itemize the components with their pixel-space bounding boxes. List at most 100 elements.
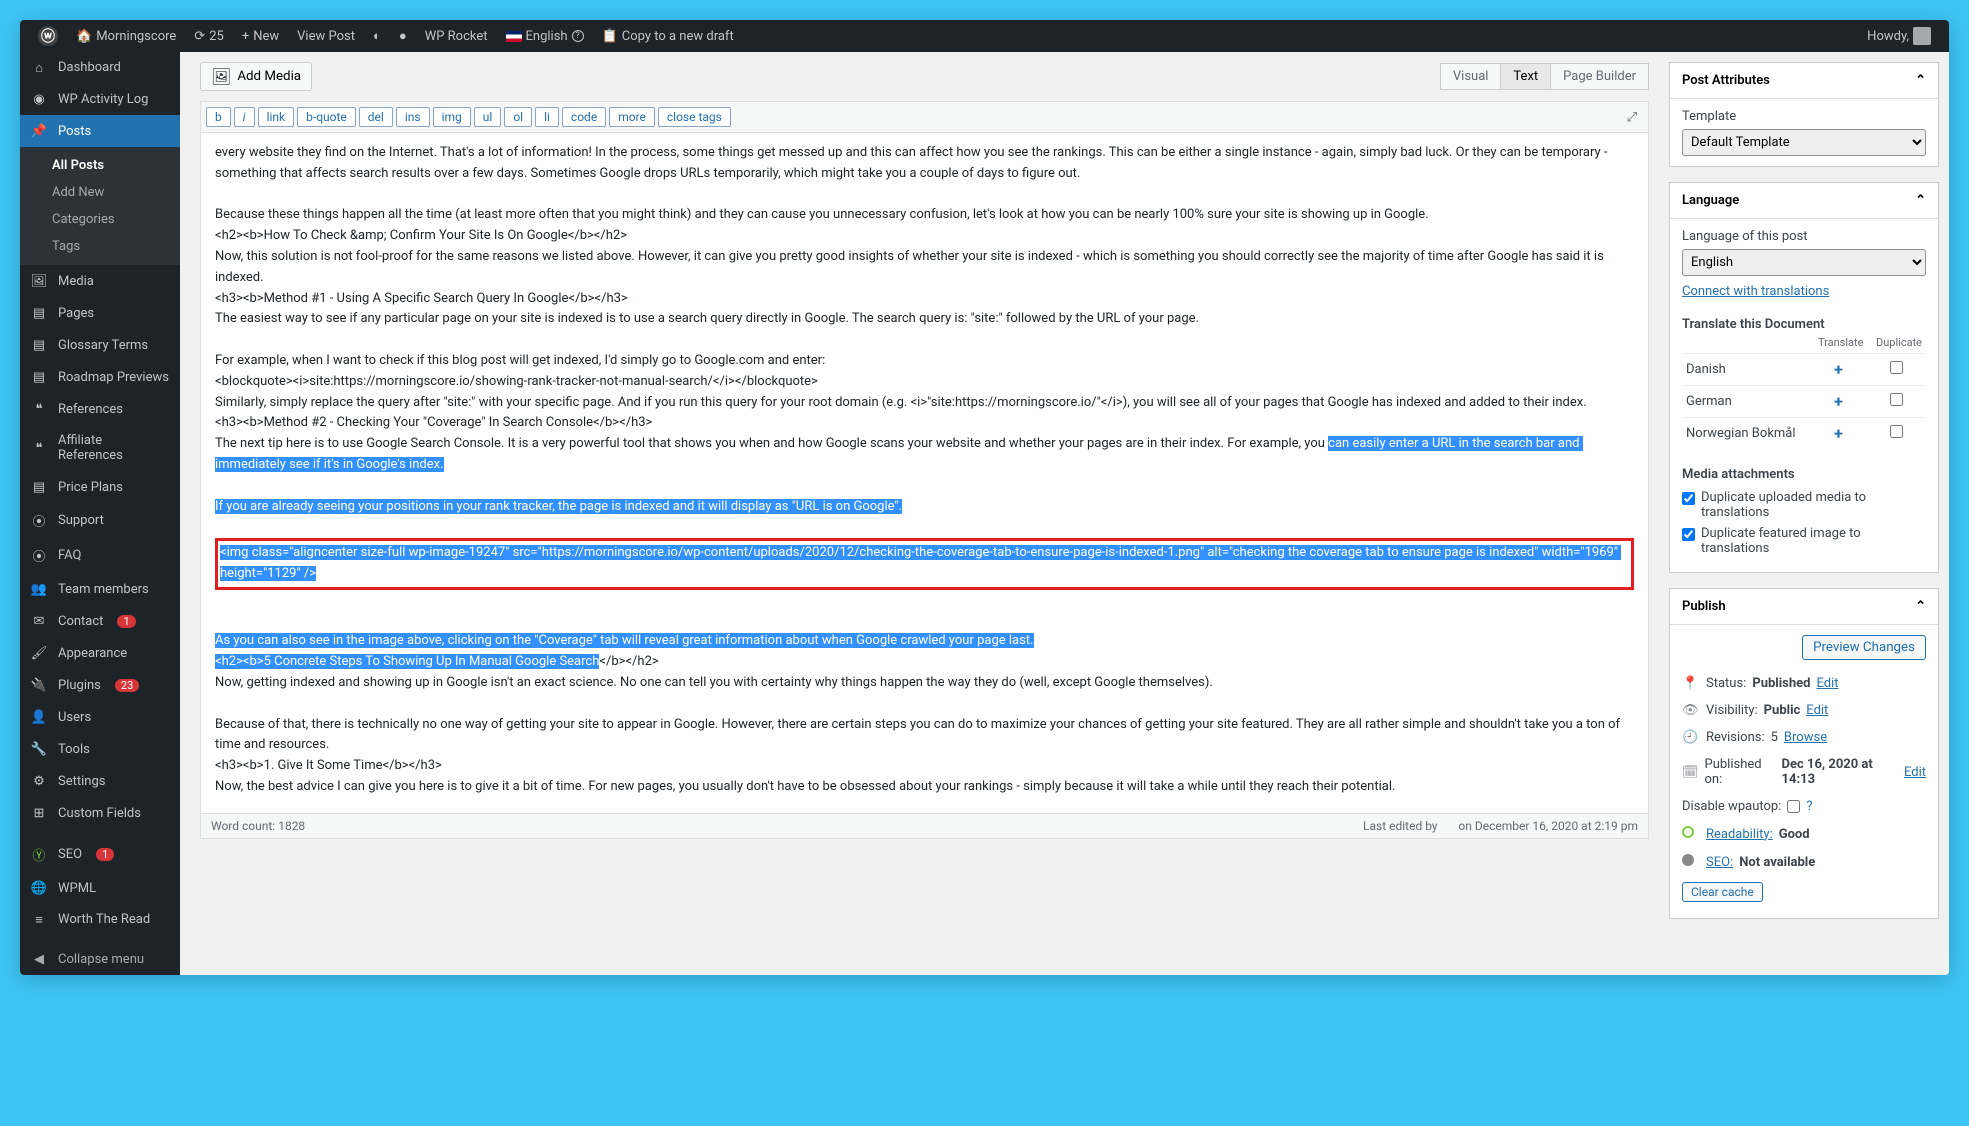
connect-translations-link[interactable]: Connect with translations [1682,284,1829,299]
eye-icon: 👁 [1682,703,1700,718]
duplicate-german-checkbox[interactable] [1890,393,1903,406]
translate-document-label: Translate this Document [1682,317,1926,332]
menu-custom-fields[interactable]: ⊞Custom Fields [20,797,180,829]
view-post[interactable]: View Post [289,29,363,44]
col-duplicate: Duplicate [1867,332,1926,354]
translate-german-add[interactable]: + [1809,386,1867,418]
metabox-post-attributes-header[interactable]: Post Attributes⌃ [1670,63,1938,99]
metabox-publish: Publish⌃ Preview Changes 📍 Status: Publi… [1669,588,1939,919]
menu-posts[interactable]: 📌Posts [20,115,180,147]
browse-revisions-link[interactable]: Browse [1784,730,1827,745]
submenu-tags[interactable]: Tags [20,233,180,260]
metabox-language-header[interactable]: Language⌃ [1670,183,1938,219]
lang-row-danish: Danish [1682,354,1809,386]
disable-wpautop-checkbox[interactable] [1787,800,1800,813]
revisions-icon: 🕘 [1682,730,1700,745]
qt-b[interactable]: b [206,107,231,127]
menu-affiliate-refs[interactable]: ❝Affiliate References [20,425,180,471]
menu-support[interactable]: ⦿Support [20,503,180,538]
submenu-all-posts[interactable]: All Posts [20,152,180,179]
menu-tools[interactable]: 🔧Tools [20,733,180,765]
menu-contact[interactable]: ✉Contact1 [20,605,180,637]
seo-link[interactable]: SEO: [1706,855,1733,870]
qt-img[interactable]: img [433,107,471,127]
misc-icon[interactable]: ● [391,28,415,44]
qt-close-tags[interactable]: close tags [658,107,731,127]
menu-dashboard[interactable]: ⌂Dashboard [20,52,180,83]
edit-visibility-link[interactable]: Edit [1806,703,1828,718]
translate-norwegian-add[interactable]: + [1809,418,1867,450]
admin-sidebar: ⌂Dashboard ◉WP Activity Log 📌Posts All P… [20,52,180,975]
qt-link[interactable]: link [258,107,295,127]
menu-references[interactable]: ❝References [20,393,180,425]
menu-glossary[interactable]: ▤Glossary Terms [20,329,180,361]
chevron-up-icon: ⌃ [1915,599,1926,614]
menu-wpml[interactable]: 🌐WPML [20,872,180,904]
copy-to-draft[interactable]: 📋 Copy to a new draft [594,29,742,44]
metabox-publish-header[interactable]: Publish⌃ [1670,589,1938,625]
readability-link[interactable]: Readability: [1706,827,1773,842]
wp-rocket[interactable]: WP Rocket [417,29,496,44]
menu-appearance[interactable]: 🖌Appearance [20,637,180,669]
help-icon[interactable]: ? [1806,799,1812,814]
howdy-user[interactable]: Howdy, [1859,27,1939,45]
duplicate-danish-checkbox[interactable] [1890,361,1903,374]
preview-changes-button[interactable]: Preview Changes [1802,635,1926,660]
editor-container: b i link b-quote del ins img ul ol li co… [200,101,1649,839]
seo-icon [1682,854,1700,870]
duplicate-featured-checkbox[interactable] [1682,528,1695,541]
editor-statusbar: Word count: 1828 Last edited by on Decem… [201,813,1648,838]
language-select[interactable]: English [1682,249,1926,276]
menu-plugins[interactable]: 🔌Plugins23 [20,669,180,701]
duplicate-uploaded-checkbox[interactable] [1682,492,1695,505]
site-name[interactable]: 🏠 Morningscore [68,29,184,44]
menu-activity-log[interactable]: ◉WP Activity Log [20,83,180,115]
qt-li[interactable]: li [535,107,559,127]
qt-i[interactable]: i [234,107,255,127]
add-media-button[interactable]: 🖼Add Media [200,62,312,91]
edit-date-link[interactable]: Edit [1904,765,1926,780]
yoast-icon[interactable]: ◐ [365,28,389,44]
language-of-post-label: Language of this post [1682,229,1926,244]
menu-team[interactable]: 👥Team members [20,573,180,605]
menu-seo[interactable]: ⓎSEO1 [20,837,180,872]
menu-price-plans[interactable]: ▤Price Plans [20,471,180,503]
edit-status-link[interactable]: Edit [1816,676,1838,691]
chevron-up-icon: ⌃ [1915,193,1926,208]
lang-row-norwegian: Norwegian Bokmål [1682,418,1809,450]
qt-code[interactable]: code [562,107,606,127]
collapse-menu[interactable]: ◀Collapse menu [20,943,180,975]
text-editor[interactable]: every website they find on the Internet.… [201,133,1648,813]
menu-worth-read[interactable]: ≡Worth The Read [20,904,180,935]
menu-pages[interactable]: ▤Pages [20,297,180,329]
language-switcher[interactable]: English ? [498,29,592,44]
submenu-posts: All Posts Add New Categories Tags [20,147,180,265]
new-content[interactable]: + New [234,29,287,44]
duplicate-norwegian-checkbox[interactable] [1890,425,1903,438]
updates-count[interactable]: ⟳ 25 [186,29,232,44]
menu-faq[interactable]: ⦿FAQ [20,538,180,573]
qt-bquote[interactable]: b-quote [297,107,356,127]
submenu-categories[interactable]: Categories [20,206,180,233]
readability-icon [1682,826,1700,842]
fullscreen-icon[interactable]: ⤢ [1621,108,1643,127]
qt-more[interactable]: more [609,107,655,127]
wp-logo[interactable]: ⓦ [30,26,66,46]
qt-ol[interactable]: ol [504,107,532,127]
menu-users[interactable]: 👤Users [20,701,180,733]
tab-page-builder[interactable]: Page Builder [1550,63,1649,90]
calendar-icon: 🗓 [1682,765,1699,780]
metabox-post-attributes: Post Attributes⌃ Template Default Templa… [1669,62,1939,167]
submenu-add-new[interactable]: Add New [20,179,180,206]
clear-cache-button[interactable]: Clear cache [1682,882,1763,902]
translate-danish-add[interactable]: + [1809,354,1867,386]
qt-del[interactable]: del [359,107,393,127]
menu-media[interactable]: 🖼Media [20,265,180,297]
template-select[interactable]: Default Template [1682,129,1926,156]
tab-visual[interactable]: Visual [1440,63,1502,90]
tab-text[interactable]: Text [1500,63,1551,90]
qt-ins[interactable]: ins [396,107,430,127]
qt-ul[interactable]: ul [474,107,502,127]
menu-settings[interactable]: ⚙Settings [20,765,180,797]
menu-roadmap[interactable]: ▤Roadmap Previews [20,361,180,393]
